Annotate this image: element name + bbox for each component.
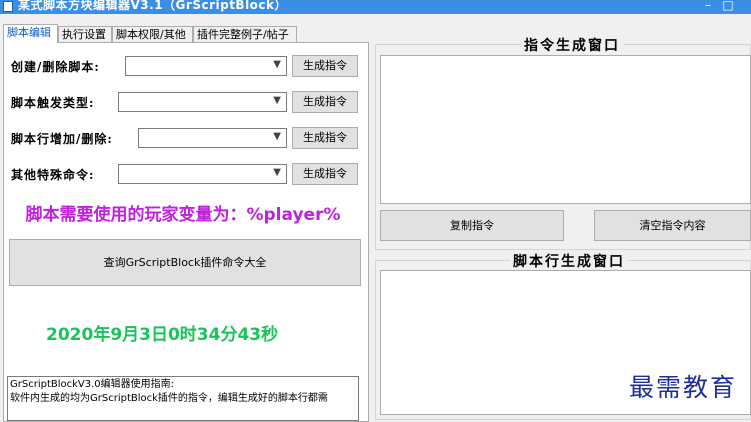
title-bar: 某式脚本方块编辑器V3.1（GrScriptBlock） – □: [0, 0, 751, 14]
generate-trigger-type-button[interactable]: 生成指令: [292, 91, 358, 113]
special-command-row: 其他特殊命令: ▼ 生成指令: [11, 163, 361, 185]
generate-line-add-delete-button[interactable]: 生成指令: [292, 127, 358, 149]
minimize-button[interactable]: –: [700, 0, 716, 12]
watermark-text: 最需教育: [629, 373, 738, 402]
player-variable-note: 脚本需要使用的玩家变量为：%player%: [12, 197, 354, 233]
trigger-type-label: 脚本触发类型:: [11, 96, 95, 110]
script-window-title: 脚本行生成窗口: [510, 251, 628, 271]
clear-command-button[interactable]: 清空指令内容: [594, 210, 751, 241]
tab-script-edit[interactable]: 脚本编辑: [3, 24, 58, 43]
copy-command-button[interactable]: 复制指令: [380, 210, 564, 241]
maximize-button[interactable]: □: [720, 0, 736, 12]
create-delete-label: 创建/删除脚本:: [11, 60, 100, 74]
datetime-text: 2020年9月3日0时34分43秒: [46, 325, 279, 345]
special-command-select[interactable]: ▼: [118, 164, 287, 184]
tab-permissions-other[interactable]: 脚本权限/其他: [112, 26, 193, 42]
generate-special-command-button[interactable]: 生成指令: [292, 163, 358, 185]
chevron-down-icon: ▼: [273, 167, 281, 178]
tab-exec-settings[interactable]: 执行设置: [58, 26, 112, 42]
tab-plugin-examples[interactable]: 插件完整例子/帖子: [193, 26, 297, 42]
command-window-title: 指令生成窗口: [521, 35, 623, 55]
app-icon: [3, 1, 13, 12]
datetime-display: 2020年9月3日0时34分43秒: [10, 300, 358, 370]
trigger-type-row: 脚本触发类型: ▼ 生成指令: [11, 91, 361, 113]
trigger-type-select[interactable]: ▼: [118, 92, 287, 112]
special-command-label: 其他特殊命令:: [11, 168, 95, 182]
chevron-down-icon: ▼: [273, 95, 281, 106]
chevron-down-icon: ▼: [273, 131, 281, 142]
guide-line: 软件内生成的均为GrScriptBlock插件的指令，编辑生成好的脚本行都需: [10, 393, 328, 404]
window-title: 某式脚本方块编辑器V3.1（GrScriptBlock）: [18, 0, 288, 12]
generate-create-delete-button[interactable]: 生成指令: [292, 55, 358, 77]
query-commands-button[interactable]: 查询GrScriptBlock插件命令大全: [9, 239, 361, 286]
create-delete-select[interactable]: ▼: [125, 56, 287, 76]
create-delete-row: 创建/删除脚本: ▼ 生成指令: [11, 55, 361, 77]
line-add-delete-row: 脚本行增加/删除: ▼ 生成指令: [11, 127, 361, 149]
usage-guide-textbox[interactable]: GrScriptBlockV3.0编辑器使用指南: 软件内生成的均为GrScri…: [7, 376, 359, 421]
line-add-delete-select[interactable]: ▼: [138, 128, 287, 148]
chevron-down-icon: ▼: [273, 59, 281, 70]
guide-line: GrScriptBlockV3.0编辑器使用指南:: [10, 379, 175, 390]
line-add-delete-label: 脚本行增加/删除:: [11, 132, 113, 146]
command-output-textarea[interactable]: [380, 55, 751, 204]
